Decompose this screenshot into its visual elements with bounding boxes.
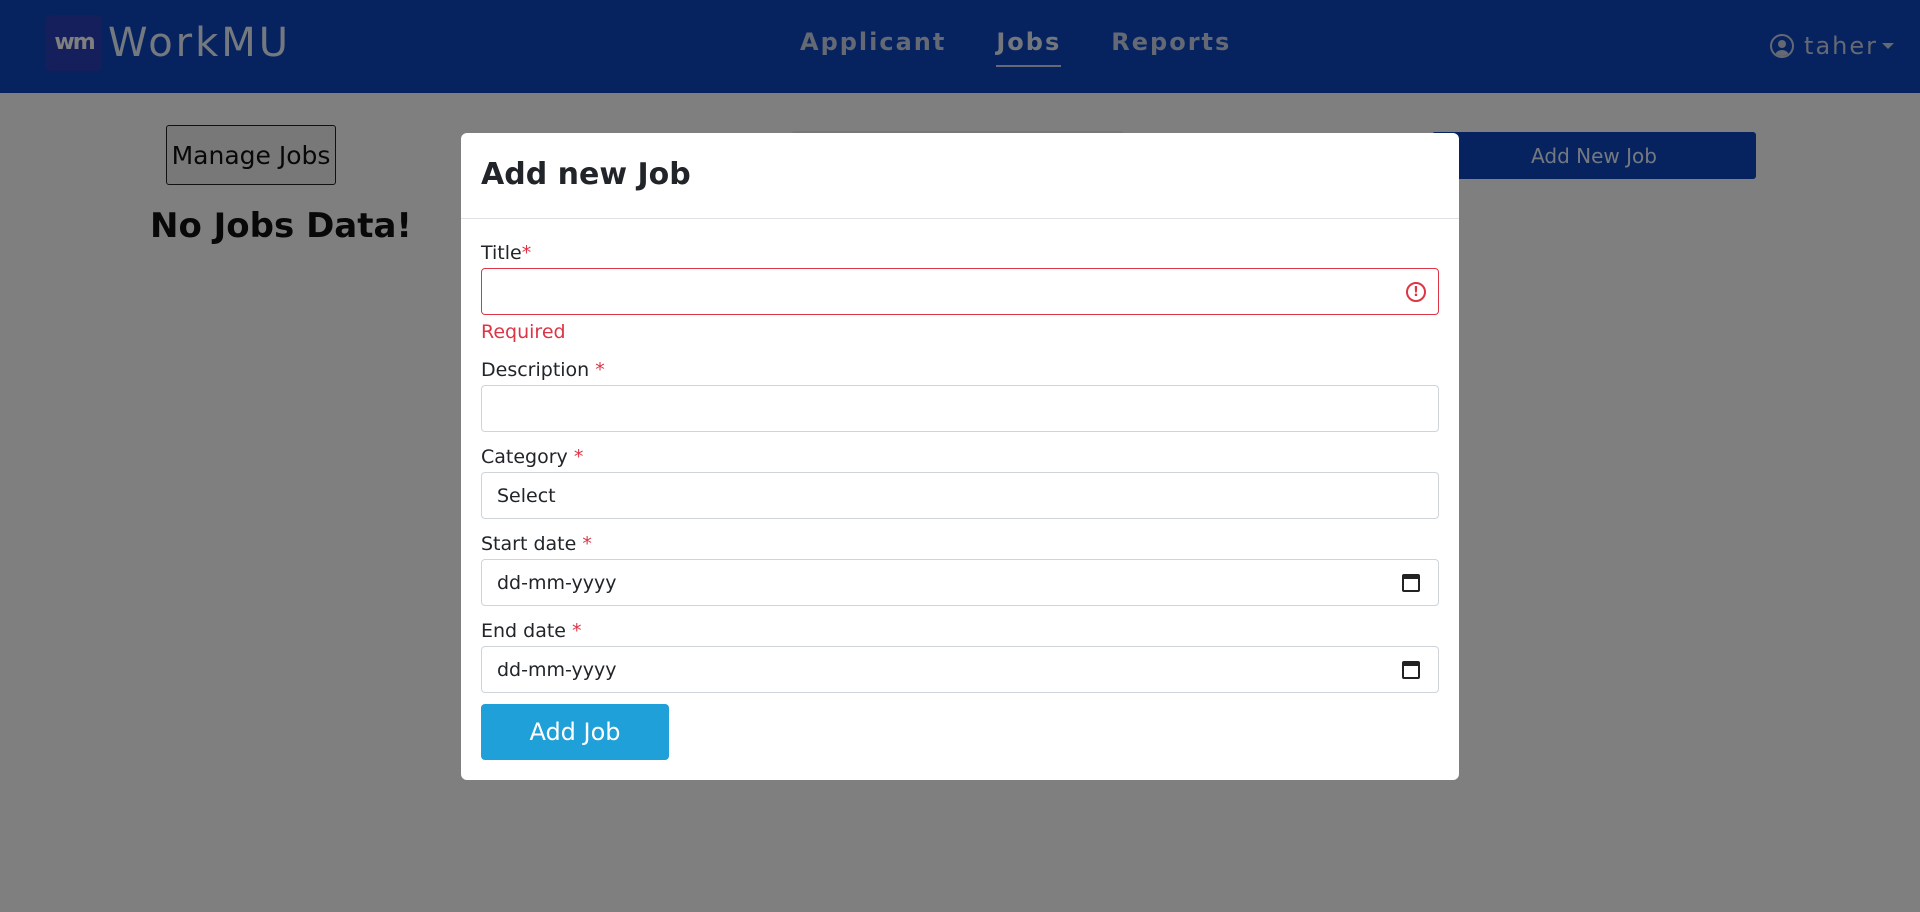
category-selected-value: Select	[497, 484, 556, 507]
description-label: Description *	[481, 359, 605, 381]
start-date-label: Start date *	[481, 533, 592, 555]
end-date-placeholder: dd-mm-yyyy	[497, 658, 617, 681]
start-date-placeholder: dd-mm-yyyy	[497, 571, 617, 594]
category-label: Category *	[481, 446, 583, 468]
modal-title: Add new Job	[481, 157, 691, 192]
required-mark: *	[521, 242, 532, 264]
category-label-text: Category	[481, 446, 574, 468]
calendar-icon[interactable]	[1402, 661, 1420, 679]
title-input[interactable]: !	[481, 268, 1439, 315]
required-mark: *	[582, 533, 592, 555]
end-date-label: End date *	[481, 620, 582, 642]
end-date-input[interactable]: dd-mm-yyyy	[481, 646, 1439, 693]
title-label-text: Title	[481, 242, 522, 264]
required-mark: *	[572, 620, 582, 642]
required-mark: *	[573, 446, 584, 468]
error-icon: !	[1406, 282, 1426, 302]
start-date-input[interactable]: dd-mm-yyyy	[481, 559, 1439, 606]
description-label-text: Description	[481, 359, 596, 381]
end-date-label-text: End date	[481, 620, 573, 642]
start-date-label-text: Start date	[481, 533, 583, 555]
add-job-button[interactable]: Add Job	[481, 704, 669, 760]
required-mark: *	[595, 359, 605, 381]
modal-header: Add new Job	[461, 133, 1459, 219]
add-job-modal: Add new Job Title* ! Required Descriptio…	[461, 133, 1459, 780]
calendar-icon[interactable]	[1402, 574, 1420, 592]
category-select[interactable]: Select	[481, 472, 1439, 519]
description-input[interactable]	[481, 385, 1439, 432]
title-label: Title*	[481, 242, 531, 264]
title-error-message: Required	[481, 321, 566, 343]
